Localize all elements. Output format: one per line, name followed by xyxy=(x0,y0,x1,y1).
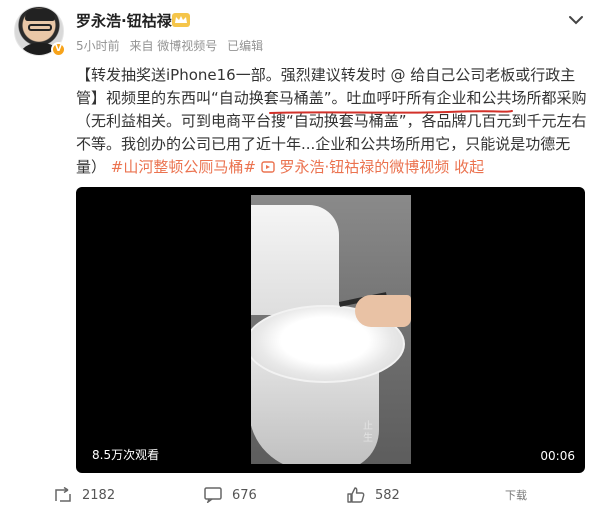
repost-count: 2182 xyxy=(82,487,116,503)
post-source[interactable]: 来自 微博视频号 xyxy=(129,39,217,53)
post-text-underlined: 吐血呼吁所有企业和公共场所都采购 xyxy=(346,89,587,107)
comment-icon xyxy=(204,487,222,503)
red-underline-annotation xyxy=(269,110,513,114)
post-time[interactable]: 5小时前 xyxy=(76,39,120,53)
video-frame: 止 生 xyxy=(251,195,411,464)
avatar[interactable]: V xyxy=(14,6,66,57)
video-duration: 00:06 xyxy=(540,449,575,463)
post-text: 【转发抽奖送iPhone16一部。强烈建议转发时 @ 给自己公司老板或行政主管】… xyxy=(76,64,588,179)
video-frame-caption: 止 生 xyxy=(363,421,373,444)
thumbs-up-icon xyxy=(347,487,365,503)
view-count: 8.5万次观看 xyxy=(92,448,160,462)
comment-button[interactable]: 676 xyxy=(204,485,257,505)
weibo-post-card: V 罗永浩·钮祜禄 5小时前 来自 微博视频号 已编辑 【转发抽奖送iPhone… xyxy=(0,0,600,523)
username[interactable]: 罗永浩·钮祜禄 xyxy=(76,10,172,31)
verified-badge-icon: V xyxy=(51,42,66,57)
download-label: 下载 xyxy=(505,489,527,502)
play-icon[interactable] xyxy=(319,325,343,355)
repost-button[interactable]: 2182 xyxy=(54,485,115,505)
vip-crown-icon xyxy=(172,13,190,27)
like-button[interactable]: 582 xyxy=(347,485,400,505)
post-meta: 5小时前 来自 微博视频号 已编辑 xyxy=(76,37,269,54)
comment-count: 676 xyxy=(232,487,257,503)
video-link[interactable]: 罗永浩·钮祜禄的微博视频 xyxy=(280,158,450,176)
edited-label[interactable]: 已编辑 xyxy=(227,39,263,53)
like-count: 582 xyxy=(375,487,400,503)
video-link-icon xyxy=(261,161,275,173)
action-bar: 2182 676 582 下载 xyxy=(0,477,600,511)
download-button[interactable]: 下载 xyxy=(505,485,527,505)
chevron-down-icon[interactable] xyxy=(566,12,586,28)
collapse-link[interactable]: 收起 xyxy=(454,158,484,176)
hashtag-link[interactable]: #山河整顿公厕马桶# xyxy=(111,158,256,176)
video-player[interactable]: 止 生 8.5万次观看 00:06 xyxy=(76,187,585,473)
repost-icon xyxy=(55,487,71,502)
